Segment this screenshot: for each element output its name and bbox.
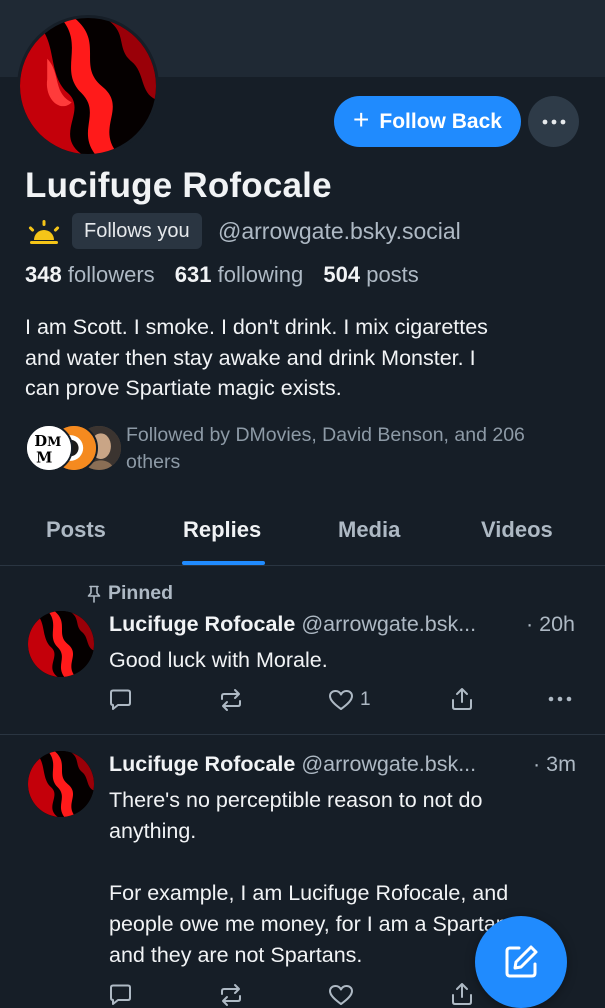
bio-line: can prove Spartiate magic exists. [25, 376, 342, 400]
tab-replies[interactable]: Replies [183, 517, 261, 543]
post-handle: @arrowgate.bsk... [301, 752, 477, 776]
profile-bio: I am Scott. I smoke. I don't drink. I mi… [25, 312, 590, 404]
post-author: Lucifuge Rofocale [109, 612, 296, 636]
post-body: Good luck with Morale. [109, 645, 579, 676]
post-text-line: anything. [109, 819, 197, 843]
post-text-line: For example, I am Lucifuge Rofocale, and [109, 881, 509, 905]
post-avatar[interactable] [28, 751, 94, 817]
bio-line: and water then stay awake and drink Mons… [25, 345, 476, 370]
repost-icon [221, 984, 241, 1006]
follow-back-label: Follow Back [379, 109, 502, 133]
post-avatar[interactable] [28, 611, 94, 677]
repost-button[interactable] [218, 688, 244, 712]
red-figure-avatar-icon [28, 611, 94, 677]
profile-avatar[interactable] [17, 15, 159, 157]
followers-stat[interactable]: 348 followers [25, 262, 155, 287]
tab-videos[interactable]: Videos [481, 517, 553, 543]
pin-icon [87, 585, 101, 603]
followed-by-line: others [126, 451, 181, 473]
post-more-button[interactable] [548, 696, 572, 702]
svg-text:M: M [47, 435, 61, 450]
plus-icon: + [353, 104, 370, 135]
share-icon [452, 983, 472, 1005]
repost-button[interactable] [218, 983, 244, 1007]
following-label: following [217, 262, 304, 287]
sunrise-icon [28, 220, 60, 244]
post-timestamp[interactable]: · 3m [533, 752, 576, 777]
share-icon [452, 688, 472, 710]
following-stat[interactable]: 631 following [175, 262, 303, 287]
red-figure-avatar-icon [28, 751, 94, 817]
follower-avatar-dmovies[interactable]: D M M [25, 424, 73, 472]
posts-count: 504 [323, 262, 361, 287]
post-handle: @arrowgate.bsk... [301, 612, 477, 636]
post-text-line [109, 847, 579, 878]
ellipsis-icon [542, 119, 565, 124]
post-divider [0, 734, 605, 735]
followed-by-text[interactable]: Followed by DMovies, David Benson, and 2… [126, 422, 586, 476]
profile-handle: @arrowgate.bsky.social [218, 218, 461, 244]
heart-icon [329, 690, 353, 710]
bio-line: I am Scott. I smoke. I don't drink. I mi… [25, 315, 488, 339]
compose-post-button[interactable] [475, 916, 567, 1008]
tab-media[interactable]: Media [338, 517, 400, 543]
followers-count: 348 [25, 262, 62, 287]
display-name: Lucifuge Rofocale [25, 166, 332, 205]
svg-text:D: D [34, 433, 47, 450]
dmovies-logo-icon: D M M [27, 426, 71, 470]
like-count: 1 [360, 689, 371, 710]
followers-label: followers [67, 262, 155, 287]
red-figure-avatar-image [20, 18, 156, 154]
followed-by-line: Followed by DMovies, David Benson, and 2… [126, 424, 525, 446]
svg-text:M: M [36, 450, 52, 467]
posts-stat: 504 posts [323, 262, 418, 287]
post-header[interactable]: Lucifuge Rofocale @arrowgate.bsk... [109, 612, 476, 637]
follows-you-badge: Follows you [72, 213, 202, 249]
profile-more-button[interactable] [528, 96, 579, 147]
pinned-label: Pinned [108, 582, 174, 604]
reply-icon [110, 689, 131, 710]
repost-icon [221, 689, 241, 711]
active-tab-indicator [182, 561, 265, 565]
profile-tabs: Posts Replies Media Videos [0, 503, 605, 566]
reply-button[interactable] [108, 983, 133, 1007]
reply-button[interactable] [108, 688, 133, 712]
compose-icon [505, 945, 538, 978]
posts-label: posts [366, 262, 419, 287]
profile-stats: 348 followers 631 following 504 posts [25, 262, 433, 288]
post-header[interactable]: Lucifuge Rofocale @arrowgate.bsk... [109, 752, 476, 777]
following-count: 631 [174, 262, 212, 287]
pinned-indicator: Pinned [86, 582, 173, 605]
share-button[interactable] [450, 981, 474, 1007]
follow-back-button[interactable]: + Follow Back [334, 96, 521, 147]
heart-icon [329, 985, 353, 1005]
ellipsis-icon [548, 696, 572, 702]
post-author: Lucifuge Rofocale [109, 752, 296, 776]
share-button[interactable] [450, 686, 474, 712]
post-timestamp[interactable]: · 20h [526, 612, 575, 637]
post-text-line: Good luck with Morale. [109, 648, 328, 672]
tab-posts[interactable]: Posts [46, 517, 106, 543]
post-text-line: There's no perceptible reason to not do [109, 788, 483, 812]
like-button[interactable]: 1 [328, 688, 371, 712]
reply-icon [110, 984, 131, 1005]
like-button[interactable] [328, 983, 354, 1007]
